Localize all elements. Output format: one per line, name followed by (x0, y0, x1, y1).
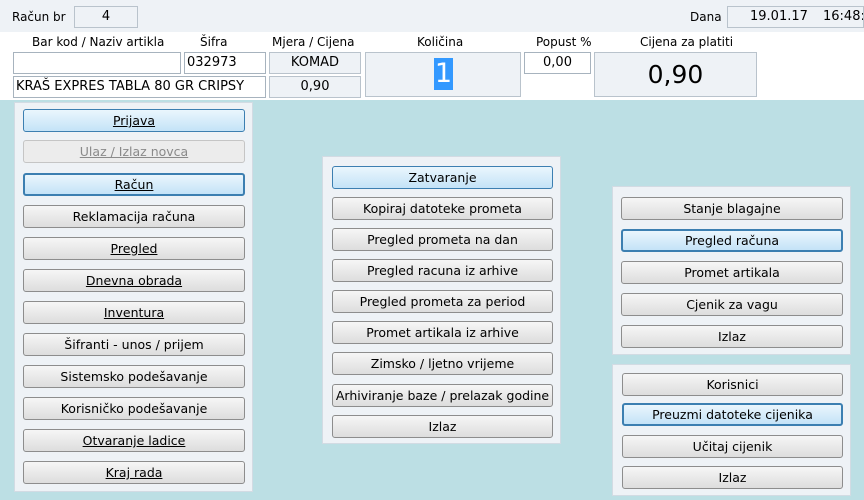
promet-artikala-iz-arhive-button[interactable]: Promet artikala iz arhive (332, 321, 553, 344)
blagajna-izlaz-label: Izlaz (718, 329, 746, 344)
sifra-input[interactable]: 032973 (184, 52, 266, 74)
popust-label: Popust % (536, 35, 592, 49)
pregled-racuna-iz-arhive-label: Pregled racuna iz arhive (366, 263, 519, 278)
stanje-blagajne-button[interactable]: Stanje blagajne (621, 197, 843, 220)
zimsko-ljetno-vrijeme-button[interactable]: Zimsko / ljetno vrijeme (332, 352, 553, 375)
pregled-prometa-za-period-label: Pregled prometa za period (359, 294, 526, 309)
pregled-prometa-za-period-button[interactable]: Pregled prometa za period (332, 290, 553, 313)
kraj-rada-label: Kraj rada (105, 465, 163, 480)
racun-number-field: 4 (74, 6, 138, 28)
cjenik-izlaz-label: Izlaz (718, 470, 747, 485)
pregled-button[interactable]: Pregled (23, 237, 245, 260)
cjenik-izlaz-button[interactable]: Izlaz (622, 466, 843, 489)
inventura-button[interactable]: Inventura (23, 301, 245, 324)
korisnicko-podesavanje-label: Korisničko podešavanje (60, 401, 208, 416)
cijena-za-platiti-label: Cijena za platiti (640, 35, 734, 49)
mjera-cijena-label: Mjera / Cijena (272, 35, 355, 49)
korisnici-label: Korisnici (706, 377, 759, 392)
stanje-blagajne-label: Stanje blagajne (683, 201, 781, 216)
pregled-prometa-na-dan-label: Pregled prometa na dan (367, 232, 518, 247)
mjera-field: KOMAD (269, 52, 361, 74)
sistemsko-podesavanje-button[interactable]: Sistemsko podešavanje (23, 365, 245, 388)
korisnici-button[interactable]: Korisnici (622, 373, 843, 396)
top-bar: Račun br 4 Dana 19.01.17 16:48: (0, 0, 864, 32)
korisnicko-podesavanje-button[interactable]: Korisničko podešavanje (23, 397, 245, 420)
inventura-label: Inventura (103, 305, 165, 320)
date-time-field: 19.01.17 16:48: (727, 6, 864, 28)
reklamacija-racuna-button[interactable]: Reklamacija računa (23, 205, 245, 228)
racun-br-label: Račun br (12, 10, 66, 24)
pregled-prometa-na-dan-button[interactable]: Pregled prometa na dan (332, 228, 553, 251)
popust-input[interactable]: 0,00 (524, 52, 591, 74)
promet-artikala-iz-arhive-label: Promet artikala iz arhive (366, 325, 519, 340)
sifra-label: Šifra (200, 35, 228, 49)
reklamacija-racuna-label: Reklamacija računa (72, 209, 196, 224)
arhiviranje-baze-button[interactable]: Arhiviranje baze / prelazak godine (332, 384, 553, 407)
cijena-field: 0,90 (269, 76, 361, 98)
kolicina-input[interactable]: 1 (365, 52, 521, 97)
kolicina-label: Količina (417, 35, 464, 49)
item-entry-header: Bar kod / Naziv artikla Šifra Mjera / Ci… (0, 32, 864, 100)
barcode-label: Bar kod / Naziv artikla (32, 35, 165, 49)
ulaz-izlaz-novca-button[interactable]: Ulaz / Izlaz novca (23, 140, 245, 163)
zatvaranje-button[interactable]: Zatvaranje (332, 166, 553, 189)
cjenik-panel: Korisnici Preuzmi datoteke cijenika Učit… (612, 364, 851, 496)
cijena-za-platiti-field: 0,90 (594, 52, 757, 97)
otvaranje-ladice-button[interactable]: Otvaranje ladice (23, 429, 245, 452)
kraj-rada-button[interactable]: Kraj rada (23, 461, 245, 484)
racun-button[interactable]: Račun (23, 173, 245, 196)
zatvaranje-panel: Zatvaranje Kopiraj datoteke prometa Preg… (322, 156, 561, 444)
date-value: 19.01.17 (750, 9, 808, 24)
promet-artikala-button[interactable]: Promet artikala (621, 261, 843, 284)
ulaz-izlaz-novca-label: Ulaz / Izlaz novca (79, 144, 189, 159)
sifranti-label: Šifranti - unos / prijem (64, 337, 204, 352)
cjenik-za-vagu-button[interactable]: Cjenik za vagu (621, 293, 843, 316)
pregled-racuna-button[interactable]: Pregled računa (621, 229, 843, 252)
cjenik-za-vagu-label: Cjenik za vagu (686, 297, 778, 312)
kopiraj-datoteke-prometa-label: Kopiraj datoteke prometa (363, 201, 522, 216)
middle-izlaz-label: Izlaz (428, 419, 457, 434)
kolicina-value: 1 (434, 58, 453, 90)
time-value: 16:48: (823, 9, 864, 24)
dnevna-obrada-label: Dnevna obrada (85, 273, 183, 288)
dnevna-obrada-button[interactable]: Dnevna obrada (23, 269, 245, 292)
pregled-racuna-iz-arhive-button[interactable]: Pregled racuna iz arhive (332, 259, 553, 282)
prijava-label: Prijava (112, 113, 156, 128)
otvaranje-ladice-label: Otvaranje ladice (82, 433, 186, 448)
blagajna-panel: Stanje blagajne Pregled računa Promet ar… (612, 186, 851, 355)
ucitaj-cijenik-label: Učitaj cijenik (692, 439, 773, 454)
racun-label: Račun (114, 177, 154, 192)
preuzmi-datoteke-cijenika-label: Preuzmi datoteke cijenika (652, 407, 813, 422)
dana-label: Dana (690, 10, 722, 24)
middle-izlaz-button[interactable]: Izlaz (332, 415, 553, 438)
preuzmi-datoteke-cijenika-button[interactable]: Preuzmi datoteke cijenika (622, 403, 843, 426)
main-menu-panel: Prijava Ulaz / Izlaz novca Račun Reklama… (14, 102, 253, 492)
sifranti-button[interactable]: Šifranti - unos / prijem (23, 333, 245, 356)
naziv-artikla-field: KRAŠ EXPRES TABLA 80 GR CRIPSY (13, 76, 266, 98)
kopiraj-datoteke-prometa-button[interactable]: Kopiraj datoteke prometa (332, 197, 553, 220)
prijava-button[interactable]: Prijava (23, 109, 245, 132)
blagajna-izlaz-button[interactable]: Izlaz (621, 325, 843, 348)
pregled-label: Pregled (110, 241, 158, 256)
zimsko-ljetno-vrijeme-label: Zimsko / ljetno vrijeme (370, 356, 515, 371)
promet-artikala-label: Promet artikala (684, 265, 780, 280)
sistemsko-podesavanje-label: Sistemsko podešavanje (60, 369, 208, 384)
arhiviranje-baze-label: Arhiviranje baze / prelazak godine (335, 388, 550, 403)
ucitaj-cijenik-button[interactable]: Učitaj cijenik (622, 435, 843, 458)
barcode-input[interactable] (13, 52, 181, 74)
zatvaranje-label: Zatvaranje (408, 170, 477, 185)
pregled-racuna-label: Pregled računa (684, 233, 780, 248)
